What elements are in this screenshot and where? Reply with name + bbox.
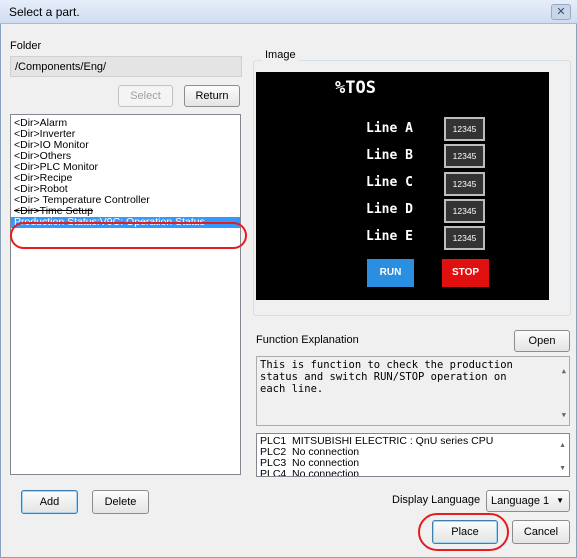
display-language-label: Display Language (392, 494, 481, 506)
window-title: Select a part. (9, 5, 80, 19)
line-label: Line E (366, 229, 413, 244)
image-label: Image (262, 49, 299, 61)
scroll-down-icon[interactable]: ▼ (562, 409, 566, 421)
list-item[interactable]: <Dir>PLC Monitor (11, 162, 240, 173)
list-item[interactable]: <Dir>Others (11, 151, 240, 162)
preview-title: %TOS (335, 78, 376, 98)
select-button[interactable]: Select (118, 85, 173, 107)
line-label: Line B (366, 148, 413, 163)
list-item[interactable]: <Dir> Temperature Controller (11, 195, 240, 206)
list-item[interactable]: <Dir>Robot (11, 184, 240, 195)
list-item[interactable]: <Dir>Alarm (11, 118, 240, 129)
explanation-line: each line. (260, 383, 324, 395)
plc-row: PLC4 No connection (257, 469, 569, 477)
line-label: Line D (366, 202, 413, 217)
plc-value: No connection (292, 468, 360, 477)
value-display: 12345 (444, 172, 485, 196)
add-button[interactable]: Add (21, 490, 78, 514)
close-button[interactable]: ✕ (551, 4, 571, 20)
function-explanation-text: This is function to check the production… (256, 356, 570, 426)
scroll-up-icon[interactable]: ▲ (562, 365, 566, 377)
scroll-up-icon[interactable]: ▲ (559, 442, 566, 449)
value-display: 12345 (444, 117, 485, 141)
explanation-line: This is function to check the production (260, 359, 513, 371)
stop-button-preview: STOP (442, 259, 489, 287)
open-button[interactable]: Open (514, 330, 570, 352)
scroll-down-icon[interactable]: ▼ (559, 465, 566, 472)
list-item-selected[interactable]: Production Status:V9C: Operation Status (11, 217, 240, 228)
delete-button[interactable]: Delete (92, 490, 149, 514)
explanation-line: status and switch RUN/STOP operation on (260, 371, 507, 383)
value-display: 12345 (444, 226, 485, 250)
parts-list[interactable]: <Dir>Alarm <Dir>Inverter <Dir>IO Monitor… (10, 114, 241, 475)
display-language-value: Language 1 (491, 495, 550, 507)
list-item[interactable]: <Dir>Recipe (11, 173, 240, 184)
display-language-select[interactable]: Language 1 ▼ (486, 490, 570, 512)
list-item[interactable]: <Dir>IO Monitor (11, 140, 240, 151)
list-item[interactable]: <Dir>Inverter (11, 129, 240, 140)
folder-label: Folder (10, 40, 42, 52)
cancel-button[interactable]: Cancel (512, 520, 570, 544)
dialog-body: Folder /Components/Eng/ Select Return <D… (0, 24, 577, 558)
title-bar: Select a part. ✕ (0, 0, 577, 24)
function-explanation-label: Function Explanation (256, 334, 359, 346)
value-display: 12345 (444, 199, 485, 223)
value-display: 12345 (444, 144, 485, 168)
image-preview: %TOS Line A 12345 Line B 12345 Line C 12… (256, 72, 549, 300)
folder-path-field: /Components/Eng/ (10, 56, 242, 77)
list-item[interactable]: <Dir>Time Setup (11, 206, 240, 217)
place-button[interactable]: Place (432, 520, 498, 544)
run-button-preview: RUN (367, 259, 414, 287)
line-label: Line A (366, 121, 413, 136)
line-label: Line C (366, 175, 413, 190)
plc-list[interactable]: PLC1 MITSUBISHI ELECTRIC : QnU series CPU… (256, 433, 570, 477)
chevron-down-icon: ▼ (556, 496, 564, 505)
return-button[interactable]: Return (184, 85, 240, 107)
plc-id: PLC4 (260, 468, 287, 477)
